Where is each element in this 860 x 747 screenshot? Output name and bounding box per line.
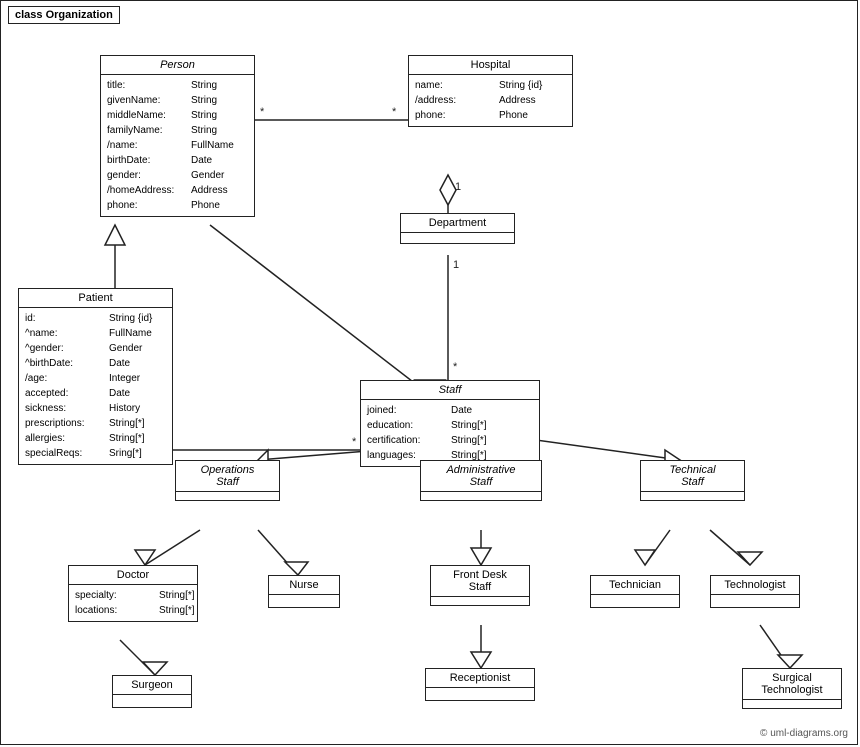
person-class: Person title:String givenName:String mid… <box>100 55 255 217</box>
technologist-title: Technologist <box>711 576 799 595</box>
doctor-class: Doctor specialty:String[*] locations:Str… <box>68 565 198 622</box>
surgical-technologist-title: Surgical Technologist <box>743 669 841 700</box>
svg-text:*: * <box>453 361 458 373</box>
patient-title: Patient <box>19 289 172 308</box>
surgeon-class: Surgeon <box>112 675 192 708</box>
surgical-technologist-class: Surgical Technologist <box>742 668 842 709</box>
receptionist-title: Receptionist <box>426 669 534 688</box>
department-class: Department <box>400 213 515 244</box>
patient-class: Patient id:String {id} ^name:FullName ^g… <box>18 288 173 465</box>
hospital-attrs: name:String {id} /address:Address phone:… <box>409 75 572 126</box>
technical-staff-title: Technical Staff <box>641 461 744 492</box>
technologist-class: Technologist <box>710 575 800 608</box>
department-title: Department <box>401 214 514 233</box>
technical-staff-class: Technical Staff <box>640 460 745 501</box>
operations-staff-class: Operations Staff <box>175 460 280 501</box>
surgeon-title: Surgeon <box>113 676 191 695</box>
operations-staff-title: Operations Staff <box>176 461 279 492</box>
staff-title: Staff <box>361 381 539 400</box>
uml-diagram: class Organization * * 1 1 * * * <box>0 0 860 747</box>
svg-text:*: * <box>260 106 265 118</box>
staff-class: Staff joined:Date education:String[*] ce… <box>360 380 540 467</box>
nurse-title: Nurse <box>269 576 339 595</box>
administrative-staff-class: Administrative Staff <box>420 460 542 501</box>
svg-text:1: 1 <box>455 181 461 193</box>
patient-attrs: id:String {id} ^name:FullName ^gender:Ge… <box>19 308 172 464</box>
copyright: © uml-diagrams.org <box>760 728 848 739</box>
svg-text:1: 1 <box>453 259 459 271</box>
hospital-title: Hospital <box>409 56 572 75</box>
receptionist-class: Receptionist <box>425 668 535 701</box>
frame-label: class Organization <box>8 6 120 24</box>
doctor-title: Doctor <box>69 566 197 585</box>
front-desk-staff-class: Front Desk Staff <box>430 565 530 606</box>
administrative-staff-title: Administrative Staff <box>421 461 541 492</box>
doctor-attrs: specialty:String[*] locations:String[*] <box>69 585 197 621</box>
technician-title: Technician <box>591 576 679 595</box>
hospital-class: Hospital name:String {id} /address:Addre… <box>408 55 573 127</box>
svg-text:*: * <box>392 106 397 118</box>
person-attrs: title:String givenName:String middleName… <box>101 75 254 216</box>
person-title: Person <box>101 56 254 75</box>
front-desk-staff-title: Front Desk Staff <box>431 566 529 597</box>
technician-class: Technician <box>590 575 680 608</box>
staff-attrs: joined:Date education:String[*] certific… <box>361 400 539 466</box>
svg-text:*: * <box>352 436 357 448</box>
nurse-class: Nurse <box>268 575 340 608</box>
